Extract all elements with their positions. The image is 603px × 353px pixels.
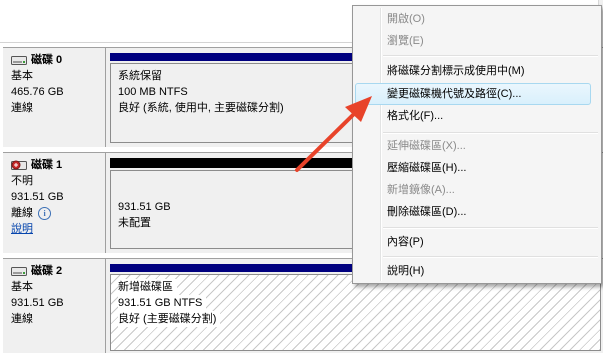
info-icon: i bbox=[38, 206, 52, 220]
partition-status: 良好 (主要磁碟分割) bbox=[118, 311, 221, 327]
disk-type: 基本 bbox=[11, 70, 33, 82]
menu-item-explore[interactable]: 瀏覽(E) bbox=[387, 31, 424, 51]
menu-item-properties[interactable]: 內容(P) bbox=[387, 232, 424, 252]
disk-name: 磁碟 2 bbox=[31, 265, 63, 277]
disk-drive-icon bbox=[11, 55, 27, 65]
menu-item-change-drive-letter[interactable]: 變更磁碟機代號及路徑(C)... bbox=[387, 84, 521, 104]
disk-label-1[interactable]: 磁碟 1 不明 931.51 GB 離線 i 說明 bbox=[3, 153, 106, 253]
menu-item-format[interactable]: 格式化(F)... bbox=[387, 106, 443, 126]
menu-separator bbox=[383, 256, 598, 258]
menu-item-delete-volume[interactable]: 刪除磁碟區(D)... bbox=[387, 202, 466, 222]
partition-title: 新增磁碟區 bbox=[118, 279, 177, 295]
menu-icon-gutter bbox=[380, 8, 382, 281]
disk-size: 931.51 GB bbox=[11, 191, 64, 203]
disk-label-2[interactable]: 磁碟 2 基本 931.51 GB 連線 bbox=[3, 259, 106, 353]
disk-name: 磁碟 1 bbox=[31, 159, 63, 171]
disk-label-0[interactable]: 磁碟 0 基本 465.76 GB 連線 bbox=[3, 48, 106, 147]
menu-separator bbox=[383, 55, 598, 57]
partition-size: 931.51 GB NTFS bbox=[118, 295, 207, 311]
menu-item-shrink-volume[interactable]: 壓縮磁碟區(H)... bbox=[387, 158, 466, 178]
disk-type: 基本 bbox=[11, 281, 33, 293]
menu-item-open[interactable]: 開啟(O) bbox=[387, 9, 425, 29]
disk-drive-icon bbox=[11, 266, 27, 276]
disk-status: 連線 bbox=[11, 102, 33, 114]
menu-item-help[interactable]: 說明(H) bbox=[387, 261, 424, 281]
context-menu: 開啟(O) 瀏覽(E) 將磁碟分割標示成使用中(M) 變更磁碟機代號及路徑(C)… bbox=[352, 5, 602, 284]
disk-size: 931.51 GB bbox=[11, 297, 64, 309]
menu-item-add-mirror[interactable]: 新增鏡像(A)... bbox=[387, 180, 455, 200]
disk-type: 不明 bbox=[11, 175, 33, 187]
menu-separator bbox=[383, 132, 598, 134]
disk-status: 連線 bbox=[11, 313, 33, 325]
help-link[interactable]: 說明 bbox=[11, 223, 33, 235]
disk-name: 磁碟 0 bbox=[31, 54, 63, 66]
disk-drive-offline-icon bbox=[11, 160, 27, 170]
disk-status: 離線 bbox=[11, 207, 33, 219]
disk-size: 465.76 GB bbox=[11, 86, 64, 98]
menu-separator bbox=[383, 227, 598, 229]
menu-item-extend-volume[interactable]: 延伸磁碟區(X)... bbox=[387, 136, 466, 156]
menu-item-mark-active[interactable]: 將磁碟分割標示成使用中(M) bbox=[387, 61, 525, 81]
